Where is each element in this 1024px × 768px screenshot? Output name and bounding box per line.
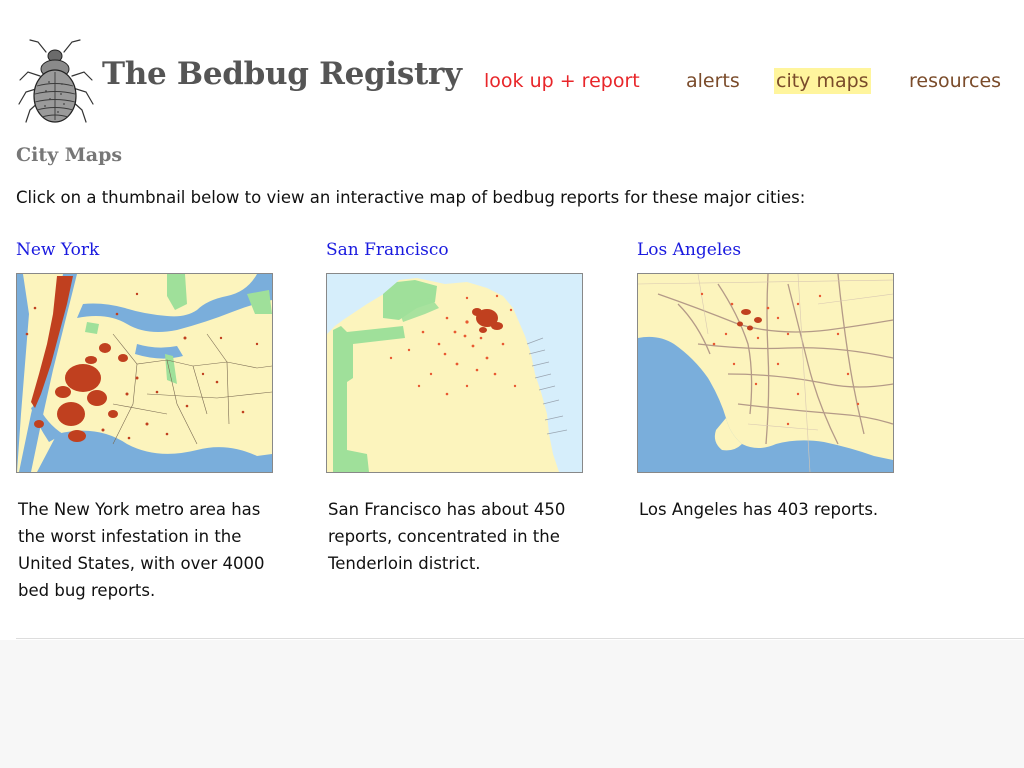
site-title[interactable]: The Bedbug Registry (102, 56, 462, 92)
page-title: City Maps (16, 144, 123, 166)
city-card-san-francisco: San Francisco San Francisco has about 45… (326, 238, 588, 577)
san-francisco-map (327, 274, 582, 472)
footer-area (0, 640, 1024, 768)
city-card-los-angeles: Los Angeles Los Angeles has 403 reports. (637, 238, 899, 523)
site-header: The Bedbug Registry look up + report ale… (0, 0, 1024, 130)
city-link-los-angeles[interactable]: Los Angeles (637, 238, 899, 262)
new-york-map (17, 274, 272, 472)
nav-look-up-report[interactable]: look up + report (484, 68, 640, 94)
city-link-new-york[interactable]: New York (16, 238, 278, 262)
city-card-new-york: New York The New York metro area has the… (16, 238, 278, 604)
footer-divider (16, 638, 1024, 639)
intro-text: Click on a thumbnail below to view an in… (16, 188, 806, 207)
city-description-los-angeles: Los Angeles has 403 reports. (639, 500, 879, 519)
nav-alerts[interactable]: alerts (686, 68, 740, 94)
city-link-san-francisco[interactable]: San Francisco (326, 238, 588, 262)
nav-resources[interactable]: resources (909, 68, 1001, 94)
city-description-new-york: The New York metro area has the worst in… (18, 500, 265, 600)
los-angeles-map-thumbnail[interactable] (637, 273, 894, 473)
nav-city-maps[interactable]: city maps (774, 68, 871, 94)
los-angeles-map (638, 274, 893, 472)
city-description-san-francisco: San Francisco has about 450 reports, con… (328, 500, 566, 573)
new-york-map-thumbnail[interactable] (16, 273, 273, 473)
san-francisco-map-thumbnail[interactable] (326, 273, 583, 473)
bedbug-icon[interactable] (16, 36, 96, 128)
